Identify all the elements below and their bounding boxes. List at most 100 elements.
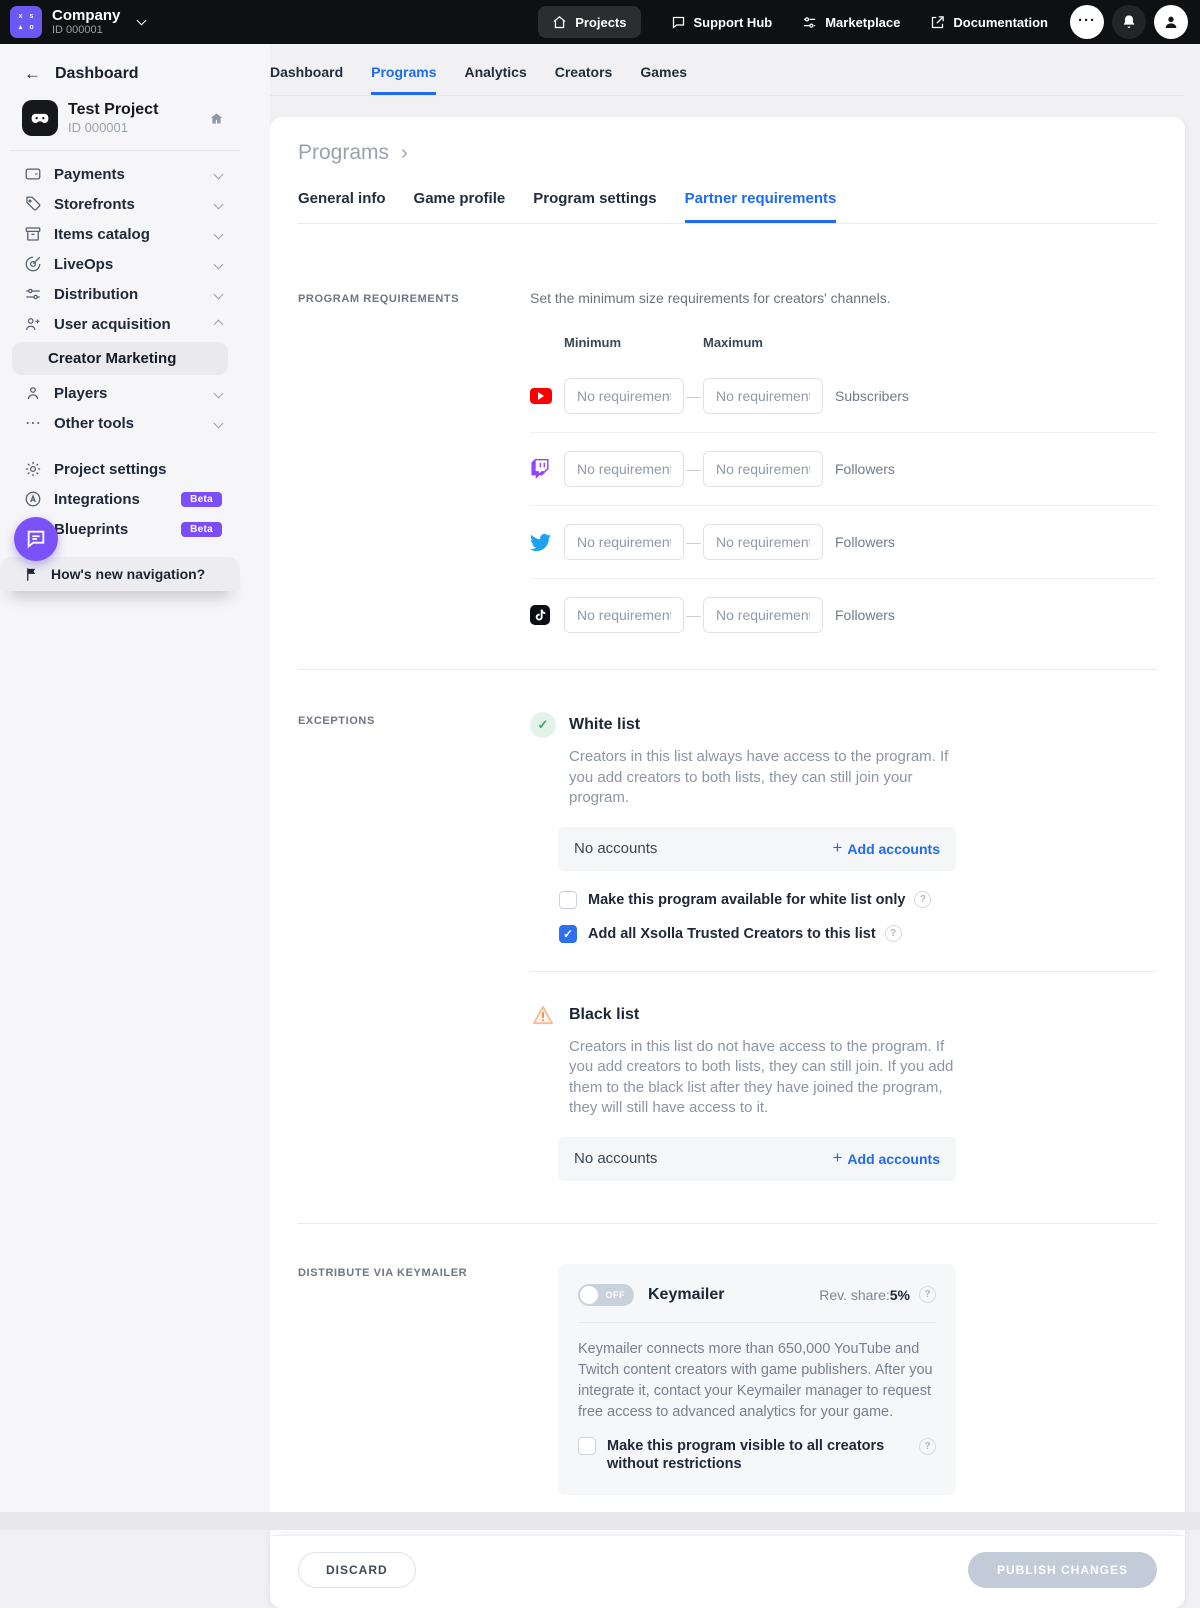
page-bottom-strip [0, 1512, 1200, 1530]
tab-dashboard[interactable]: Dashboard [270, 64, 343, 95]
sliders-icon [802, 15, 817, 30]
sidebar-item-other-tools[interactable]: Other tools [0, 408, 240, 438]
twitch-max-input[interactable] [703, 451, 823, 487]
company-switcher[interactable]: Company ID 000001 [52, 7, 120, 37]
publish-changes-button[interactable]: PUBLISH CHANGES [968, 1552, 1157, 1588]
trusted-creators-checkbox[interactable]: ✓ [559, 925, 577, 943]
sidebar-item-items-catalog[interactable]: Items catalog [0, 219, 240, 249]
project-row[interactable]: Test Project ID 000001 [22, 100, 224, 136]
chat-fab-button[interactable] [14, 517, 58, 561]
range-dash: — [684, 388, 703, 404]
warning-triangle-icon [530, 1002, 556, 1028]
tiktok-max-input[interactable] [703, 597, 823, 633]
sidebar-item-distribution[interactable]: Distribution [0, 279, 240, 309]
requirement-row-tiktok: — Followers [530, 578, 1157, 651]
youtube-min-input[interactable] [564, 378, 684, 414]
company-id: ID 000001 [52, 24, 120, 37]
section-label: PROGRAM REQUIREMENTS [298, 290, 530, 651]
whats-new-label: How's new navigation? [51, 566, 205, 582]
twitter-min-input[interactable] [564, 524, 684, 560]
tab-programs[interactable]: Programs [371, 64, 436, 95]
youtube-max-input[interactable] [703, 378, 823, 414]
tab-games[interactable]: Games [640, 64, 687, 95]
plus-icon: + [832, 1148, 842, 1168]
more-icon: ··· [1078, 12, 1096, 29]
visible-to-all-checkbox[interactable] [578, 1437, 596, 1455]
chevron-down-icon [214, 259, 224, 269]
add-accounts-link[interactable]: + Add accounts [832, 840, 940, 858]
discard-button[interactable]: DISCARD [298, 1552, 416, 1588]
program-requirements-section: PROGRAM REQUIREMENTS Set the minimum siz… [298, 290, 1157, 651]
back-label: Dashboard [55, 65, 139, 83]
help-icon[interactable]: ? [914, 891, 931, 908]
twitter-max-input[interactable] [703, 524, 823, 560]
home-icon[interactable] [209, 111, 224, 126]
liveops-icon [24, 255, 42, 273]
main-content: Dashboard Programs Analytics Creators Ga… [270, 44, 1200, 1608]
company-name: Company [52, 7, 120, 24]
add-accounts-link[interactable]: + Add accounts [832, 1150, 940, 1168]
rev-share-value: 5% [890, 1287, 910, 1303]
topnav-marketplace[interactable]: Marketplace [802, 15, 900, 30]
chat-icon [25, 528, 47, 550]
keymailer-visibility-option: Make this program visible to all creator… [578, 1437, 936, 1473]
topnav-support-hub[interactable]: Support Hub [671, 15, 773, 30]
keymailer-card: OFF Keymailer Rev. share:5% ? Keymailer … [558, 1264, 956, 1495]
tab-creators[interactable]: Creators [555, 64, 613, 95]
subtab-program-settings[interactable]: Program settings [533, 190, 656, 223]
sidebar-item-label: Project settings [54, 461, 167, 478]
black-list-block: Black list Creators in this list do not … [530, 1002, 1157, 1181]
requirements-column-headers: Minimum Maximum [530, 335, 1157, 350]
tab-analytics[interactable]: Analytics [464, 64, 526, 95]
help-icon[interactable]: ? [885, 925, 902, 942]
rev-share: Rev. share:5% ? [819, 1286, 936, 1303]
back-to-dashboard[interactable]: ← Dashboard [0, 44, 240, 84]
section-label: EXCEPTIONS [298, 712, 530, 1181]
sidebar-item-integrations[interactable]: Integrations Beta [0, 484, 240, 514]
sidebar-item-label: Blueprints [54, 521, 128, 538]
topbar-actions: ··· [1070, 5, 1188, 39]
trusted-creators-option: ✓ Add all Xsolla Trusted Creators to thi… [559, 925, 1157, 943]
keymailer-section: DISTRIBUTE VIA KEYMAILER OFF Keymailer [298, 1224, 1157, 1495]
project-id: ID 000001 [68, 120, 158, 136]
sidebar-item-payments[interactable]: Payments [0, 159, 240, 189]
tiktok-min-input[interactable] [564, 597, 684, 633]
topnav-projects[interactable]: Projects [538, 6, 640, 38]
account-button[interactable] [1154, 5, 1188, 39]
sidebar-item-user-acquisition[interactable]: User acquisition [0, 309, 240, 339]
white-list-only-checkbox[interactable] [559, 891, 577, 909]
external-link-icon [930, 15, 945, 30]
whats-new-navigation-banner[interactable]: How's new navigation? [0, 557, 240, 591]
unit-label: Subscribers [835, 388, 909, 404]
chevron-down-icon [214, 199, 224, 209]
sidebar: ← Dashboard Test Project ID 000001 Payme… [0, 44, 240, 591]
subtab-partner-requirements[interactable]: Partner requirements [685, 190, 837, 223]
sidebar-item-players[interactable]: Players [0, 378, 240, 408]
breadcrumb-programs[interactable]: Programs [298, 141, 389, 165]
sidebar-item-project-settings[interactable]: Project settings [0, 454, 240, 484]
unit-label: Followers [835, 461, 895, 477]
section-label: DISTRIBUTE VIA KEYMAILER [298, 1264, 530, 1495]
help-icon[interactable]: ? [919, 1438, 936, 1455]
sidebar-item-label: LiveOps [54, 256, 113, 273]
subtab-game-profile[interactable]: Game profile [414, 190, 506, 223]
sidebar-item-creator-marketing[interactable]: Creator Marketing [12, 342, 228, 375]
subtab-general-info[interactable]: General info [298, 190, 386, 223]
requirements-description: Set the minimum size requirements for cr… [530, 290, 1157, 306]
help-icon[interactable]: ? [919, 1286, 936, 1303]
sidebar-item-liveops[interactable]: LiveOps [0, 249, 240, 279]
twitch-min-input[interactable] [564, 451, 684, 487]
keymailer-toggle[interactable]: OFF [578, 1284, 634, 1306]
youtube-icon [530, 388, 552, 404]
company-logo[interactable]: xs ▴o [10, 6, 42, 38]
chevron-down-icon[interactable] [137, 15, 147, 25]
topnav-documentation[interactable]: Documentation [930, 15, 1048, 30]
accounts-count: No accounts [574, 1150, 657, 1167]
notifications-button[interactable] [1112, 5, 1146, 39]
requirement-row-twitch: — Followers [530, 432, 1157, 505]
sidebar-item-label: Players [54, 385, 107, 402]
more-button[interactable]: ··· [1070, 5, 1104, 39]
black-list-description: Creators in this list do not have access… [569, 1037, 967, 1119]
sidebar-item-storefronts[interactable]: Storefronts [0, 189, 240, 219]
list-divider [530, 971, 1157, 972]
